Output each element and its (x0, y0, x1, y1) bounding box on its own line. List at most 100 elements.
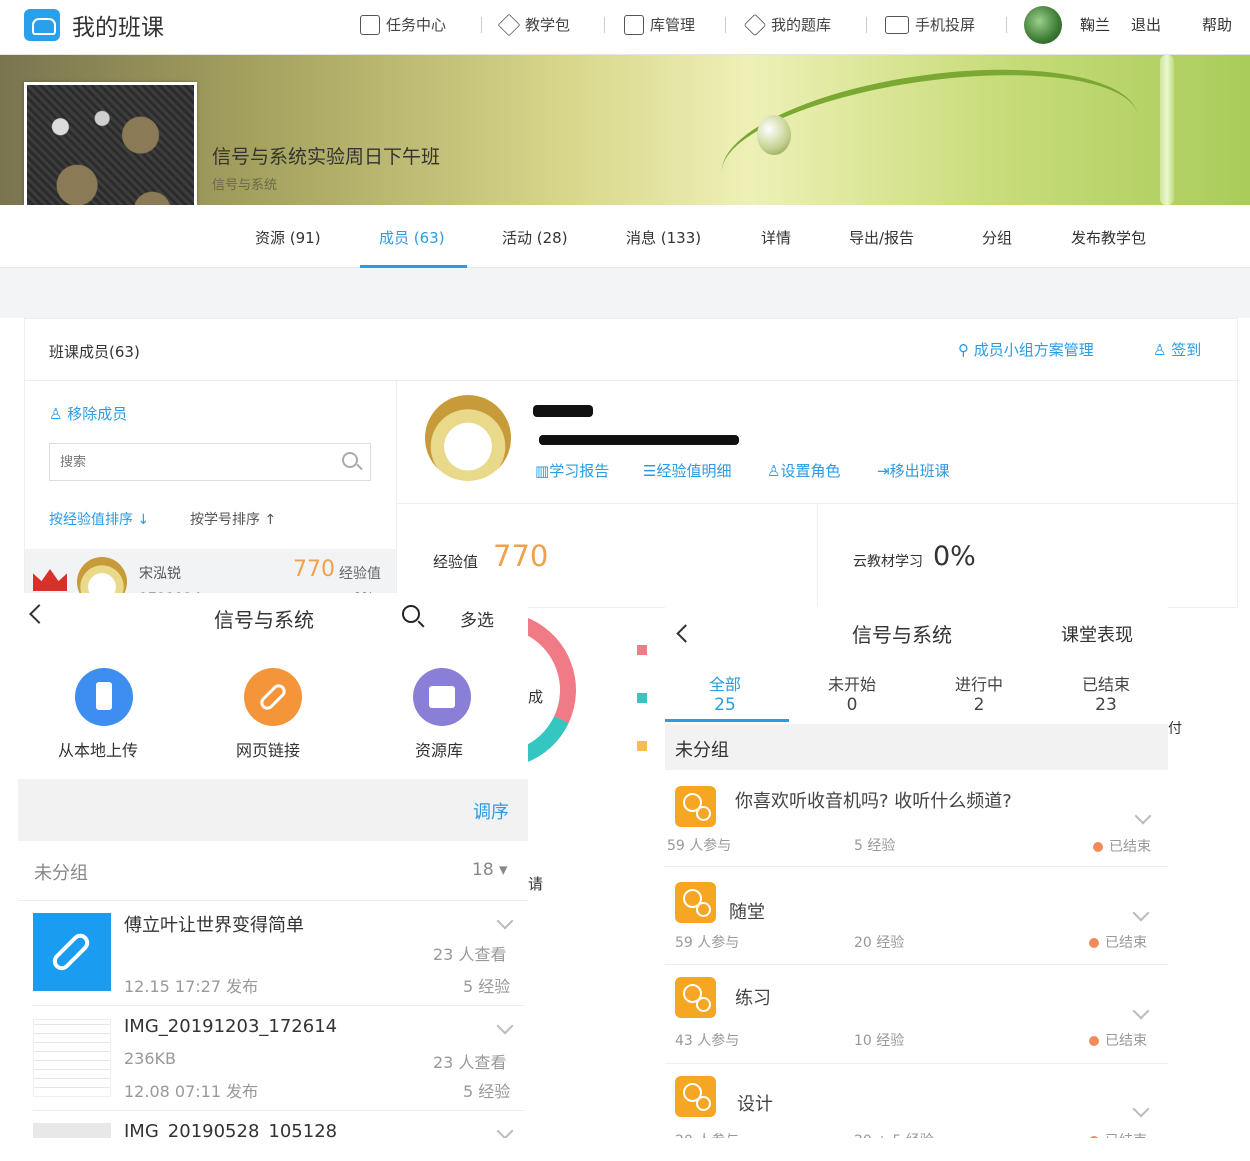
resource-date: 12.15 17:27 发布 (124, 977, 259, 996)
upload-local-icon[interactable] (75, 668, 133, 726)
crown-icon (33, 569, 67, 591)
search-icon[interactable] (342, 452, 358, 468)
help-link[interactable]: 帮助 (1202, 14, 1232, 35)
upload-local-label[interactable]: 从本地上传 (58, 737, 138, 761)
chevron-down-icon[interactable] (1132, 1002, 1150, 1020)
set-role-link[interactable]: ♙设置角色 (767, 460, 840, 481)
remove-from-class-link[interactable]: ⇥移出班课 (877, 460, 950, 481)
cloud-logo-icon[interactable] (24, 9, 60, 41)
link-thumbnail (33, 913, 111, 991)
chevron-down-icon[interactable] (1132, 904, 1150, 922)
package-icon (497, 13, 521, 36)
screen-cast-icon (885, 15, 909, 34)
multi-select-button[interactable]: 多选 (460, 606, 494, 631)
detail-avatar (425, 395, 511, 481)
group-label: 未分组 (34, 863, 88, 884)
member-search-box[interactable] (49, 443, 371, 481)
mobile-title: 信号与系统 (852, 623, 952, 647)
arrow-up-icon: ↑ (264, 512, 277, 528)
app-title[interactable]: 我的班课 (72, 8, 164, 42)
nav-library[interactable]: 库管理 (624, 14, 695, 35)
filter-in-progress[interactable]: 进行中 2 (951, 675, 1007, 715)
tab-details[interactable]: 详情 (761, 227, 791, 248)
activity-title[interactable]: 你喜欢听收音机吗? 收听什么频道? (735, 787, 1012, 813)
exp-detail-link[interactable]: ☰经验值明细 (643, 460, 731, 481)
back-icon[interactable] (676, 624, 695, 643)
sort-by-id[interactable]: 按学号排序 ↑ (190, 509, 276, 529)
activity-exp: 5 经验 (854, 838, 896, 854)
activity-joined: 59 人参与 (675, 935, 740, 951)
cloud-study-value: 0% (933, 541, 976, 572)
chevron-down-icon[interactable] (496, 912, 514, 930)
chevron-down-icon[interactable] (1132, 1100, 1150, 1118)
legend-swatch-teal (637, 693, 647, 703)
filter-all[interactable]: 全部 25 (707, 675, 743, 715)
nav-screen-cast[interactable]: 手机投屏 (885, 14, 975, 35)
image-thumbnail (33, 1019, 111, 1097)
reorder-button[interactable]: 调序 (473, 798, 509, 824)
tab-messages[interactable]: 消息 (133) (626, 227, 701, 248)
task-icon (360, 14, 380, 35)
redacted-id (539, 435, 739, 445)
activity-icon (675, 786, 716, 827)
resource-list: 傅立叶让世界变得简单 23 人查看 12.15 17:27 发布 5 经验 IM… (33, 903, 525, 1161)
top-bar: 我的班课 任务中心 教学包 库管理 我的题库 手机投屏 鞠兰 退出 帮助 (0, 0, 1250, 55)
tab-activities[interactable]: 活动 (28) (502, 227, 568, 248)
tab-publish-package[interactable]: 发布教学包 (1071, 227, 1146, 248)
study-report-link[interactable]: ▥学习报告 (535, 460, 609, 481)
resource-library-label[interactable]: 资源库 (415, 737, 463, 761)
active-filter-underline (665, 719, 789, 722)
back-icon[interactable] (29, 604, 49, 624)
remove-member-button[interactable]: ♙ 移除成员 (49, 403, 127, 424)
arrow-down-icon: ↓ (137, 512, 150, 528)
member-search-input[interactable] (60, 452, 320, 472)
exp-label: 经验值 (433, 553, 479, 571)
library-icon (624, 14, 644, 35)
resource-exp: 5 经验 (463, 1082, 511, 1101)
activity-title[interactable]: 练习 (735, 984, 771, 1010)
user-role-icon: ♙ (767, 462, 781, 480)
classroom-performance-button[interactable]: 课堂表现 (1061, 621, 1133, 647)
resource-library-icon[interactable] (413, 668, 471, 726)
logout-link[interactable]: 退出 (1131, 14, 1161, 35)
course-subject: 信号与系统 (212, 178, 278, 193)
nav-teaching-package[interactable]: 教学包 (497, 13, 570, 36)
chevron-down-icon[interactable] (496, 1122, 514, 1140)
web-link-icon[interactable] (244, 668, 302, 726)
member-name: 宋泓锐 (139, 566, 181, 582)
members-title: 班课成员(63) (49, 343, 140, 361)
group-count[interactable]: 18 ▾ (472, 860, 508, 880)
tab-groups[interactable]: 分组 (982, 227, 1012, 248)
resource-title[interactable]: IMG_20191203_172614 (124, 1016, 337, 1037)
activity-icon (675, 977, 716, 1018)
web-link-label[interactable]: 网页链接 (236, 737, 300, 761)
activity-title[interactable]: 随堂 (729, 898, 765, 924)
activity-status: 已结束 (1089, 932, 1147, 952)
activity-title[interactable]: 设计 (737, 1090, 773, 1116)
chevron-down-icon[interactable] (1134, 807, 1152, 825)
member-exp-unit: 经验值 (339, 566, 381, 582)
activity-exp: 20 经验 (854, 935, 905, 951)
sort-by-exp[interactable]: 按经验值排序 ↓ (49, 509, 149, 529)
tab-export-report[interactable]: 导出/报告 (849, 227, 914, 248)
chevron-down-icon[interactable] (496, 1017, 514, 1035)
group-label: 未分组 (675, 740, 729, 761)
legend-swatch-yellow (637, 741, 647, 751)
mobile-activities-screen: 信号与系统 课堂表现 全部 25 未开始 0 进行中 2 已结束 23 未分组 你喜欢听… (665, 606, 1168, 1161)
nav-question-bank[interactable]: 我的题库 (743, 13, 831, 36)
exit-icon: ⇥ (877, 462, 890, 480)
tab-resources[interactable]: 资源 (91) (255, 227, 321, 248)
resource-exp: 5 经验 (463, 977, 511, 996)
checkin-button[interactable]: ♙ 签到 (1153, 339, 1201, 360)
tab-members[interactable]: 成员 (63) (379, 227, 445, 248)
resource-title[interactable]: 傅立叶让世界变得简单 (124, 911, 304, 937)
nav-task-center[interactable]: 任务中心 (360, 14, 446, 35)
group-plan-button[interactable]: ⚲ 成员小组方案管理 (958, 339, 1094, 360)
activity-exp: 10 经验 (854, 1033, 905, 1049)
resource-views: 23 人查看 (433, 1053, 507, 1072)
filter-not-started[interactable]: 未开始 0 (824, 675, 880, 715)
activity-joined: 59 人参与 (667, 838, 732, 854)
user-avatar[interactable] (1024, 6, 1062, 44)
user-name[interactable]: 鞠兰 (1080, 14, 1110, 35)
filter-ended[interactable]: 已结束 23 (1078, 675, 1134, 715)
